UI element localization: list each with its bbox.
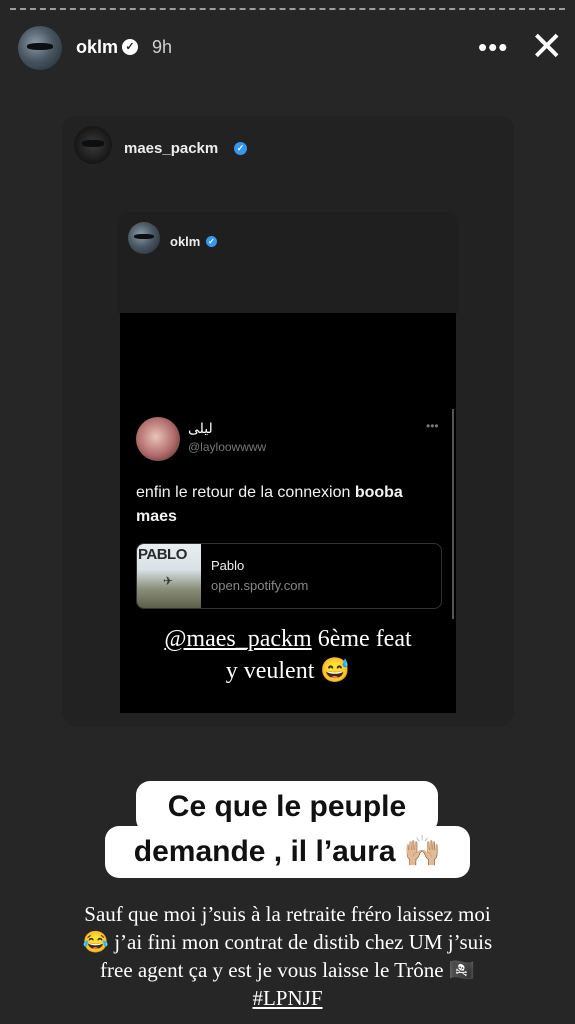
verified-badge-icon: ✓ — [122, 39, 138, 55]
hashtag-link[interactable]: #LPNJF — [0, 984, 575, 1012]
overlay-text-line1: 6ème feat — [311, 626, 412, 652]
close-icon[interactable]: ✕ — [530, 24, 564, 70]
sticker-line2: demande , il l’aura 🙌🏼 — [105, 826, 470, 878]
inner-repost-username: oklm — [170, 234, 201, 249]
avatar — [128, 222, 160, 254]
avatar[interactable] — [18, 26, 62, 70]
shared-post-image: ليلى @layloowwww ••• enfin le retour de … — [120, 313, 456, 713]
verified-badge-icon: ✓ — [234, 142, 247, 155]
caption-line3: free agent ça y est je vous laisse le Tr… — [100, 958, 475, 982]
caption-line1: Sauf que moi j’suis à la retraite fréro … — [84, 902, 491, 926]
caption: Sauf que moi j’suis à la retraite fréro … — [0, 900, 575, 1012]
more-horizontal-icon[interactable]: ••• — [478, 32, 508, 63]
airplane-icon: ✈ — [163, 574, 174, 588]
story-header: oklm ✓ 9h ••• ✕ — [0, 24, 575, 74]
overlay-text-line2: y veulent 😅 — [225, 658, 351, 684]
tweet-text-prefix: enfin le retour de la connexion — [136, 484, 355, 501]
story-progress-bar — [10, 8, 565, 13]
verified-badge-icon: ✓ — [206, 236, 217, 247]
link-thumbnail: PABLO ✈ — [137, 544, 201, 608]
mention-link[interactable]: @maes_packm — [164, 626, 311, 652]
tweet-scrollbar — [452, 409, 454, 619]
tweet-display-name: ليلى — [188, 421, 213, 437]
tweet-text: enfin le retour de la connexion booba ma… — [136, 481, 446, 529]
inner-reposted-card: oklm ✓ — [118, 212, 458, 314]
caption-line2: 😂 j’ai fini mon contrat de distib chez U… — [82, 930, 493, 954]
repost-username: maes_packm — [124, 140, 219, 157]
overlay-text: @maes_packm 6ème feat y veulent 😅 — [120, 623, 456, 687]
post-time: 9h — [152, 37, 173, 57]
username[interactable]: oklm — [76, 37, 118, 58]
link-domain: open.spotify.com — [211, 578, 309, 593]
link-title: Pablo — [211, 558, 245, 573]
tweet-handle: @layloowwww — [188, 440, 267, 454]
thumbnail-title: PABLO — [138, 546, 187, 563]
link-preview-card[interactable]: PABLO ✈ Pablo open.spotify.com — [136, 543, 442, 609]
tweet-avatar — [136, 417, 180, 461]
avatar — [74, 126, 112, 164]
tweet-more-icon: ••• — [426, 419, 439, 433]
